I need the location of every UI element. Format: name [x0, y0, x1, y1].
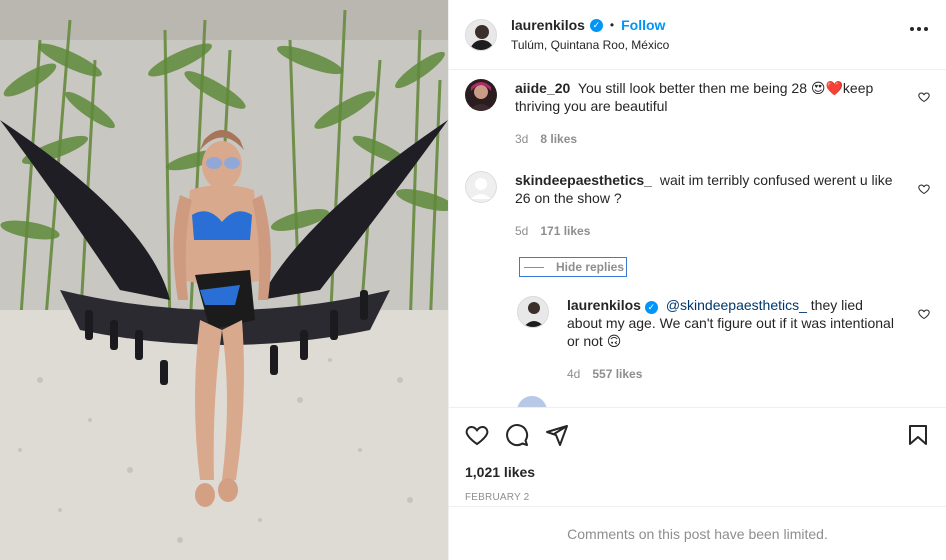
post-location[interactable]: Tulúm, Quintana Roo, México	[511, 38, 669, 52]
post-header: laurenkilos ✓ • Follow Tulúm, Quintana R…	[449, 0, 946, 70]
comment-meta: 5d 171 likes	[515, 224, 930, 238]
verified-badge-icon: ✓	[589, 18, 603, 32]
like-comment-heart-icon[interactable]	[918, 183, 930, 195]
commenter-avatar[interactable]	[465, 79, 497, 111]
reply-likes[interactable]: 557 likes	[592, 367, 642, 381]
like-reply-heart-icon[interactable]	[918, 308, 930, 320]
reply-meta: 4d 557 likes	[567, 367, 930, 381]
comment-item: skindeepaesthetics_ wait im terribly con…	[465, 171, 930, 238]
reply-item: laurenkilos ✓ @skindeepaesthetics_ they l…	[517, 296, 930, 381]
comment-likes[interactable]: 8 likes	[540, 132, 577, 146]
post-photo-image	[0, 0, 448, 560]
verified-badge-icon: ✓	[644, 301, 658, 314]
more-options-icon[interactable]	[910, 27, 928, 31]
post-actions: 1,021 likes FEBRUARY 2	[449, 407, 946, 503]
comment-likes[interactable]: 171 likes	[540, 224, 590, 238]
commenter-avatar[interactable]	[465, 171, 497, 203]
author-username[interactable]: laurenkilos	[511, 17, 585, 33]
commenter-username[interactable]: aiide_20	[515, 80, 570, 96]
comments-list[interactable]: aiide_20 You still look better then me b…	[449, 70, 946, 407]
comment-age[interactable]: 3d	[515, 132, 528, 146]
post-date[interactable]: FEBRUARY 2	[465, 492, 930, 503]
post-sidebar: laurenkilos ✓ • Follow Tulúm, Quintana R…	[448, 0, 946, 560]
reply-mention-link[interactable]: @skindeepaesthetics_	[666, 297, 807, 313]
separator-dot: •	[609, 18, 615, 32]
action-icons	[465, 408, 930, 462]
reply-text: laurenkilos ✓ @skindeepaesthetics_ they l…	[567, 296, 900, 350]
comment-item: aiide_20 You still look better then me b…	[465, 79, 930, 146]
like-comment-heart-icon[interactable]	[918, 91, 930, 103]
comments-limited-notice: Comments on this post have been limited.	[449, 506, 946, 560]
next-reply-avatar[interactable]	[517, 396, 547, 407]
post-likes-count[interactable]: 1,021 likes	[465, 464, 930, 480]
author-avatar[interactable]	[465, 18, 497, 51]
reply-username[interactable]: laurenkilos	[567, 297, 641, 313]
comment-text: aiide_20 You still look better then me b…	[515, 79, 900, 115]
hide-replies-label: Hide replies	[556, 260, 625, 274]
reply-author-avatar[interactable]	[517, 296, 549, 328]
share-send-icon[interactable]	[545, 423, 569, 447]
post-photo[interactable]	[0, 0, 448, 560]
hide-replies-button[interactable]: Hide replies	[519, 257, 628, 277]
commenter-username[interactable]: skindeepaesthetics_	[515, 172, 652, 188]
save-bookmark-icon[interactable]	[906, 423, 930, 447]
comment-bubble-icon[interactable]	[505, 423, 529, 447]
comment-meta: 3d 8 likes	[515, 132, 930, 146]
reply-age[interactable]: 4d	[567, 367, 580, 381]
follow-button[interactable]: Follow	[621, 17, 665, 33]
comment-text: skindeepaesthetics_ wait im terribly con…	[515, 171, 900, 207]
like-heart-icon[interactable]	[465, 423, 489, 447]
comment-age[interactable]: 5d	[515, 224, 528, 238]
post-modal: laurenkilos ✓ • Follow Tulúm, Quintana R…	[0, 0, 946, 560]
replies-divider-line	[524, 266, 544, 268]
author-info: laurenkilos ✓ • Follow Tulúm, Quintana R…	[511, 17, 669, 52]
